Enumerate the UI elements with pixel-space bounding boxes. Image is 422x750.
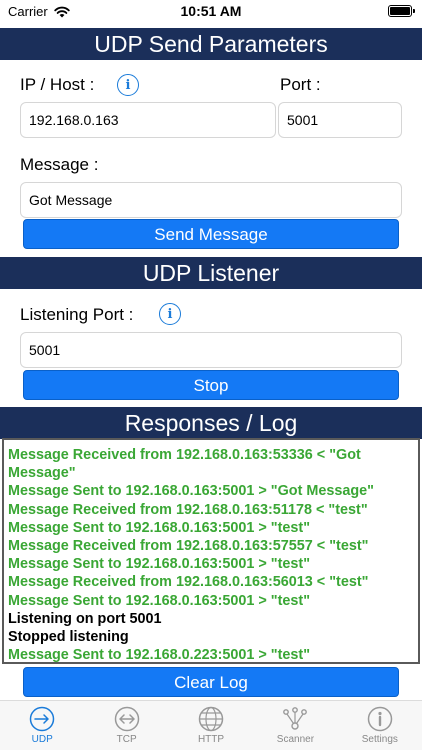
log-line: Message Sent to 192.168.0.163:5001 > "te… <box>8 519 311 536</box>
info-settings-icon <box>367 706 393 732</box>
status-bar: Carrier 10:51 AM <box>0 0 422 26</box>
tcp-double-arrow-icon <box>114 706 139 732</box>
log-line: Listening on port 5001 <box>8 610 162 627</box>
log-line: Message Sent to 192.168.0.163:5001 > "te… <box>8 556 311 573</box>
listening-port-label: Listening Port : <box>20 305 134 324</box>
clear-log-button[interactable]: Clear Log <box>23 667 399 697</box>
stop-button[interactable]: Stop <box>23 370 399 400</box>
status-time: 10:51 AM <box>180 3 242 19</box>
globe-icon <box>198 706 224 732</box>
tab-tcp[interactable]: TCP <box>84 701 168 750</box>
message-label: Message : <box>20 155 99 174</box>
host-input[interactable]: 192.168.0.163 <box>20 102 276 138</box>
udp-arrow-icon <box>29 706 55 732</box>
log-line: Message Received from 192.168.0.163:5755… <box>8 538 369 555</box>
tab-udp-label: UDP <box>31 734 53 745</box>
host-label: IP / Host : <box>20 75 95 94</box>
port-input[interactable]: 5001 <box>278 102 402 138</box>
battery-icon <box>388 5 415 17</box>
tab-tcp-label: TCP <box>116 734 137 745</box>
host-info-icon[interactable]: i <box>117 74 139 96</box>
log-line: Message Sent to 192.168.0.163:5001 > "Go… <box>8 483 375 500</box>
tab-scanner[interactable]: Scanner <box>253 701 337 750</box>
tab-scanner-label: Scanner <box>276 734 315 745</box>
listener-info-icon[interactable]: i <box>159 303 181 325</box>
log-line: Message Received from 192.168.0.163:5601… <box>8 574 369 591</box>
log-section-header: Responses / Log <box>0 407 422 439</box>
log-line: Message Sent to 192.168.0.223:5001 > "te… <box>8 647 311 664</box>
send-section-header: UDP Send Parameters <box>0 28 422 60</box>
tab-settings-label: Settings <box>361 734 398 745</box>
tab-http-label: HTTP <box>197 734 225 745</box>
log-view[interactable]: Message Received from 192.168.0.163:5333… <box>2 438 420 664</box>
listening-port-input[interactable]: 5001 <box>20 332 402 368</box>
tab-http[interactable]: HTTP <box>169 701 253 750</box>
log-line: Stopped listening <box>8 629 129 646</box>
tab-udp[interactable]: UDP <box>0 701 84 750</box>
listener-section-header: UDP Listener <box>0 257 422 289</box>
log-line: Message Received from 192.168.0.163:5117… <box>8 501 368 518</box>
port-label: Port : <box>280 75 321 94</box>
log-line: Message Sent to 192.168.0.163:5001 > "te… <box>8 592 311 609</box>
network-scanner-icon <box>283 707 308 730</box>
message-input[interactable]: Got Message <box>20 182 402 218</box>
tab-bar: UDP TCP HTTP Scanner Settings <box>0 700 422 750</box>
tab-settings[interactable]: Settings <box>338 701 422 750</box>
send-message-button[interactable]: Send Message <box>23 219 399 249</box>
log-line: Message Received from 192.168.0.163:5333… <box>8 447 361 482</box>
